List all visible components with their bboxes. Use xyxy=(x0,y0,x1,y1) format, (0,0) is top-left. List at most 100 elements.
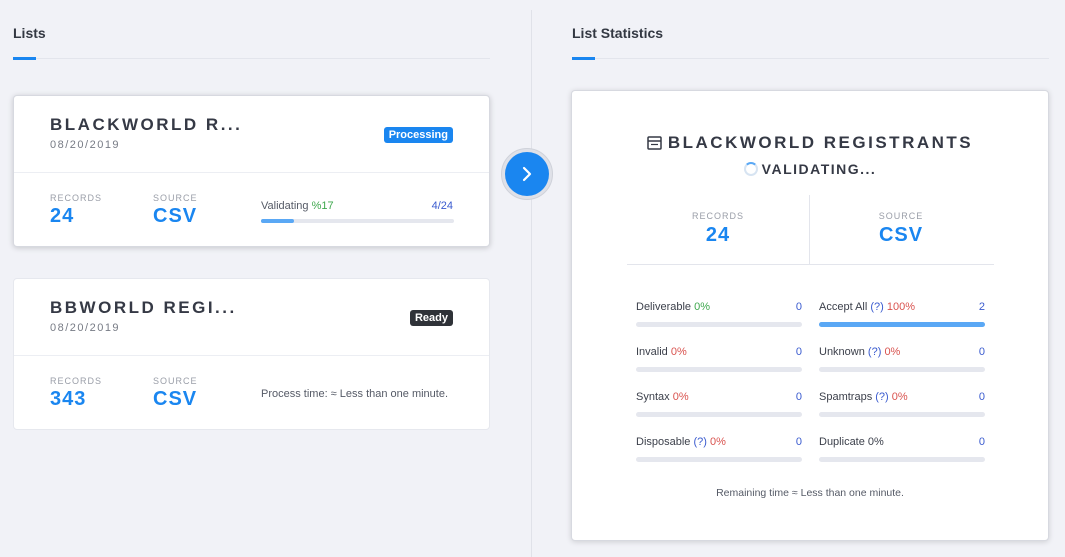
metric-label: Unknown xyxy=(819,346,865,358)
metric-bar xyxy=(819,412,985,417)
source-label: SOURCE xyxy=(878,211,924,221)
list-statistics-title-underline xyxy=(572,57,595,60)
metric-bar xyxy=(636,412,802,417)
list-date: 08/20/2019 xyxy=(50,139,121,151)
list-icon xyxy=(647,136,662,150)
progress-count: 4/24 xyxy=(431,200,453,212)
metric-row: Invalid 0% 0 xyxy=(636,346,802,360)
list-card-header: BBWORLD REGI... 08/20/2019 Ready xyxy=(14,279,489,356)
help-link[interactable]: (?) xyxy=(868,346,881,358)
help-link[interactable]: (?) xyxy=(875,391,888,403)
metric-percent: 0% xyxy=(710,436,726,448)
metric-percent: 100% xyxy=(886,301,916,313)
list-statistics-card: BLACKWORLD REGISTRANTS VALIDATING... REC… xyxy=(571,90,1049,541)
source-label: SOURCE xyxy=(153,376,198,386)
process-time: Process time: ≈ Less than one minute. xyxy=(261,388,449,400)
source-stat: SOURCE CSV xyxy=(810,211,992,247)
source-label: SOURCE xyxy=(153,193,198,203)
metric-count: 0 xyxy=(795,301,802,313)
metric-label: Duplicate xyxy=(819,436,865,448)
metric-row: Duplicate 0% 0 xyxy=(819,436,985,450)
metric-row: Accept All (?) 100% 2 xyxy=(819,301,985,315)
progress-percent: %17 xyxy=(311,200,334,212)
lists-title-rule xyxy=(13,58,490,59)
metric-bar xyxy=(819,367,985,372)
next-button[interactable] xyxy=(501,148,553,200)
metric-spamtraps: Spamtraps (?) 0% 0 xyxy=(819,391,985,417)
help-link[interactable]: (?) xyxy=(870,301,883,313)
metric-percent: 0% xyxy=(867,436,884,448)
metric-row: Unknown (?) 0% 0 xyxy=(819,346,985,360)
list-card-bbworld[interactable]: BBWORLD REGI... 08/20/2019 Ready RECORDS… xyxy=(13,278,490,430)
metric-duplicate: Duplicate 0% 0 xyxy=(819,436,985,462)
metric-bar xyxy=(819,322,985,327)
metric-percent: 0% xyxy=(884,346,901,358)
metric-count: 0 xyxy=(795,391,802,403)
lists-title: Lists xyxy=(13,25,46,41)
spinner-icon xyxy=(743,162,758,176)
source-value: CSV xyxy=(153,388,198,410)
list-card-blackworld[interactable]: BLACKWORLD R... 08/20/2019 Processing RE… xyxy=(13,95,490,247)
metric-bar-fill xyxy=(819,322,985,327)
source-value: CSV xyxy=(878,224,924,246)
metric-label: Invalid xyxy=(636,346,668,358)
progress-label: Validating %17 xyxy=(261,200,334,212)
progress-label-text: Validating xyxy=(261,200,309,212)
metric-count: 0 xyxy=(978,346,985,358)
status-badge: Ready xyxy=(409,310,453,326)
metric-row: Deliverable 0% 0 xyxy=(636,301,802,315)
stats-list-title: BLACKWORLD REGISTRANTS xyxy=(572,133,1048,153)
metric-row: Spamtraps (?) 0% 0 xyxy=(819,391,985,405)
records-value: 24 xyxy=(50,205,75,227)
status-badge: Processing xyxy=(383,127,453,143)
metric-percent: 0% xyxy=(891,391,908,403)
lists-title-underline xyxy=(13,57,36,60)
metric-invalid: Invalid 0% 0 xyxy=(636,346,802,372)
progress-bar-fill xyxy=(261,219,294,223)
metric-bar xyxy=(819,457,985,462)
metric-count: 0 xyxy=(795,436,802,448)
list-name: BBWORLD REGI... xyxy=(50,298,237,317)
records-label: RECORDS xyxy=(50,193,103,203)
next-button-inner xyxy=(505,152,549,196)
records-value: 24 xyxy=(705,224,731,246)
list-card-body: RECORDS 24 SOURCE CSV Validating %17 4/2… xyxy=(14,173,489,246)
metric-count: 2 xyxy=(978,301,985,313)
validation-status-text: VALIDATING... xyxy=(761,161,877,177)
metric-bar xyxy=(636,322,802,327)
metric-unknown: Unknown (?) 0% 0 xyxy=(819,346,985,372)
records-stat: RECORDS 24 xyxy=(627,211,809,247)
metric-label: Disposable xyxy=(636,436,691,448)
records-label: RECORDS xyxy=(50,376,103,386)
metric-label: Deliverable xyxy=(636,301,692,313)
metric-syntax: Syntax 0% 0 xyxy=(636,391,802,417)
metric-count: 0 xyxy=(978,391,985,403)
help-link[interactable]: (?) xyxy=(693,436,706,448)
list-statistics-title-rule xyxy=(572,58,1049,59)
metric-label: Spamtraps xyxy=(819,391,873,403)
source-value: CSV xyxy=(153,205,198,227)
metric-percent: 0% xyxy=(670,346,687,358)
metric-count: 0 xyxy=(978,436,985,448)
metric-percent: 0% xyxy=(672,391,689,403)
progress-bar xyxy=(261,219,454,223)
list-date: 08/20/2019 xyxy=(50,322,121,334)
metric-row: Syntax 0% 0 xyxy=(636,391,802,405)
metric-bar xyxy=(636,457,802,462)
list-card-body: RECORDS 343 SOURCE CSV Process time: ≈ L… xyxy=(14,356,489,429)
summary-stats: RECORDS 24 SOURCE CSV xyxy=(627,195,994,265)
records-value: 343 xyxy=(50,388,87,410)
validation-status: VALIDATING... xyxy=(572,161,1048,177)
list-statistics-title: List Statistics xyxy=(572,25,664,41)
metric-label: Accept All xyxy=(819,301,868,313)
list-name: BLACKWORLD R... xyxy=(50,115,243,134)
metric-row: Disposable (?) 0% 0 xyxy=(636,436,802,450)
chevron-right-icon xyxy=(522,166,532,182)
metric-bar xyxy=(636,367,802,372)
panel-divider xyxy=(531,10,532,557)
metric-deliverable: Deliverable 0% 0 xyxy=(636,301,802,327)
metric-accept-all: Accept All (?) 100% 2 xyxy=(819,301,985,327)
metric-count: 0 xyxy=(795,346,802,358)
records-label: RECORDS xyxy=(691,211,744,221)
list-card-header: BLACKWORLD R... 08/20/2019 Processing xyxy=(14,96,489,173)
